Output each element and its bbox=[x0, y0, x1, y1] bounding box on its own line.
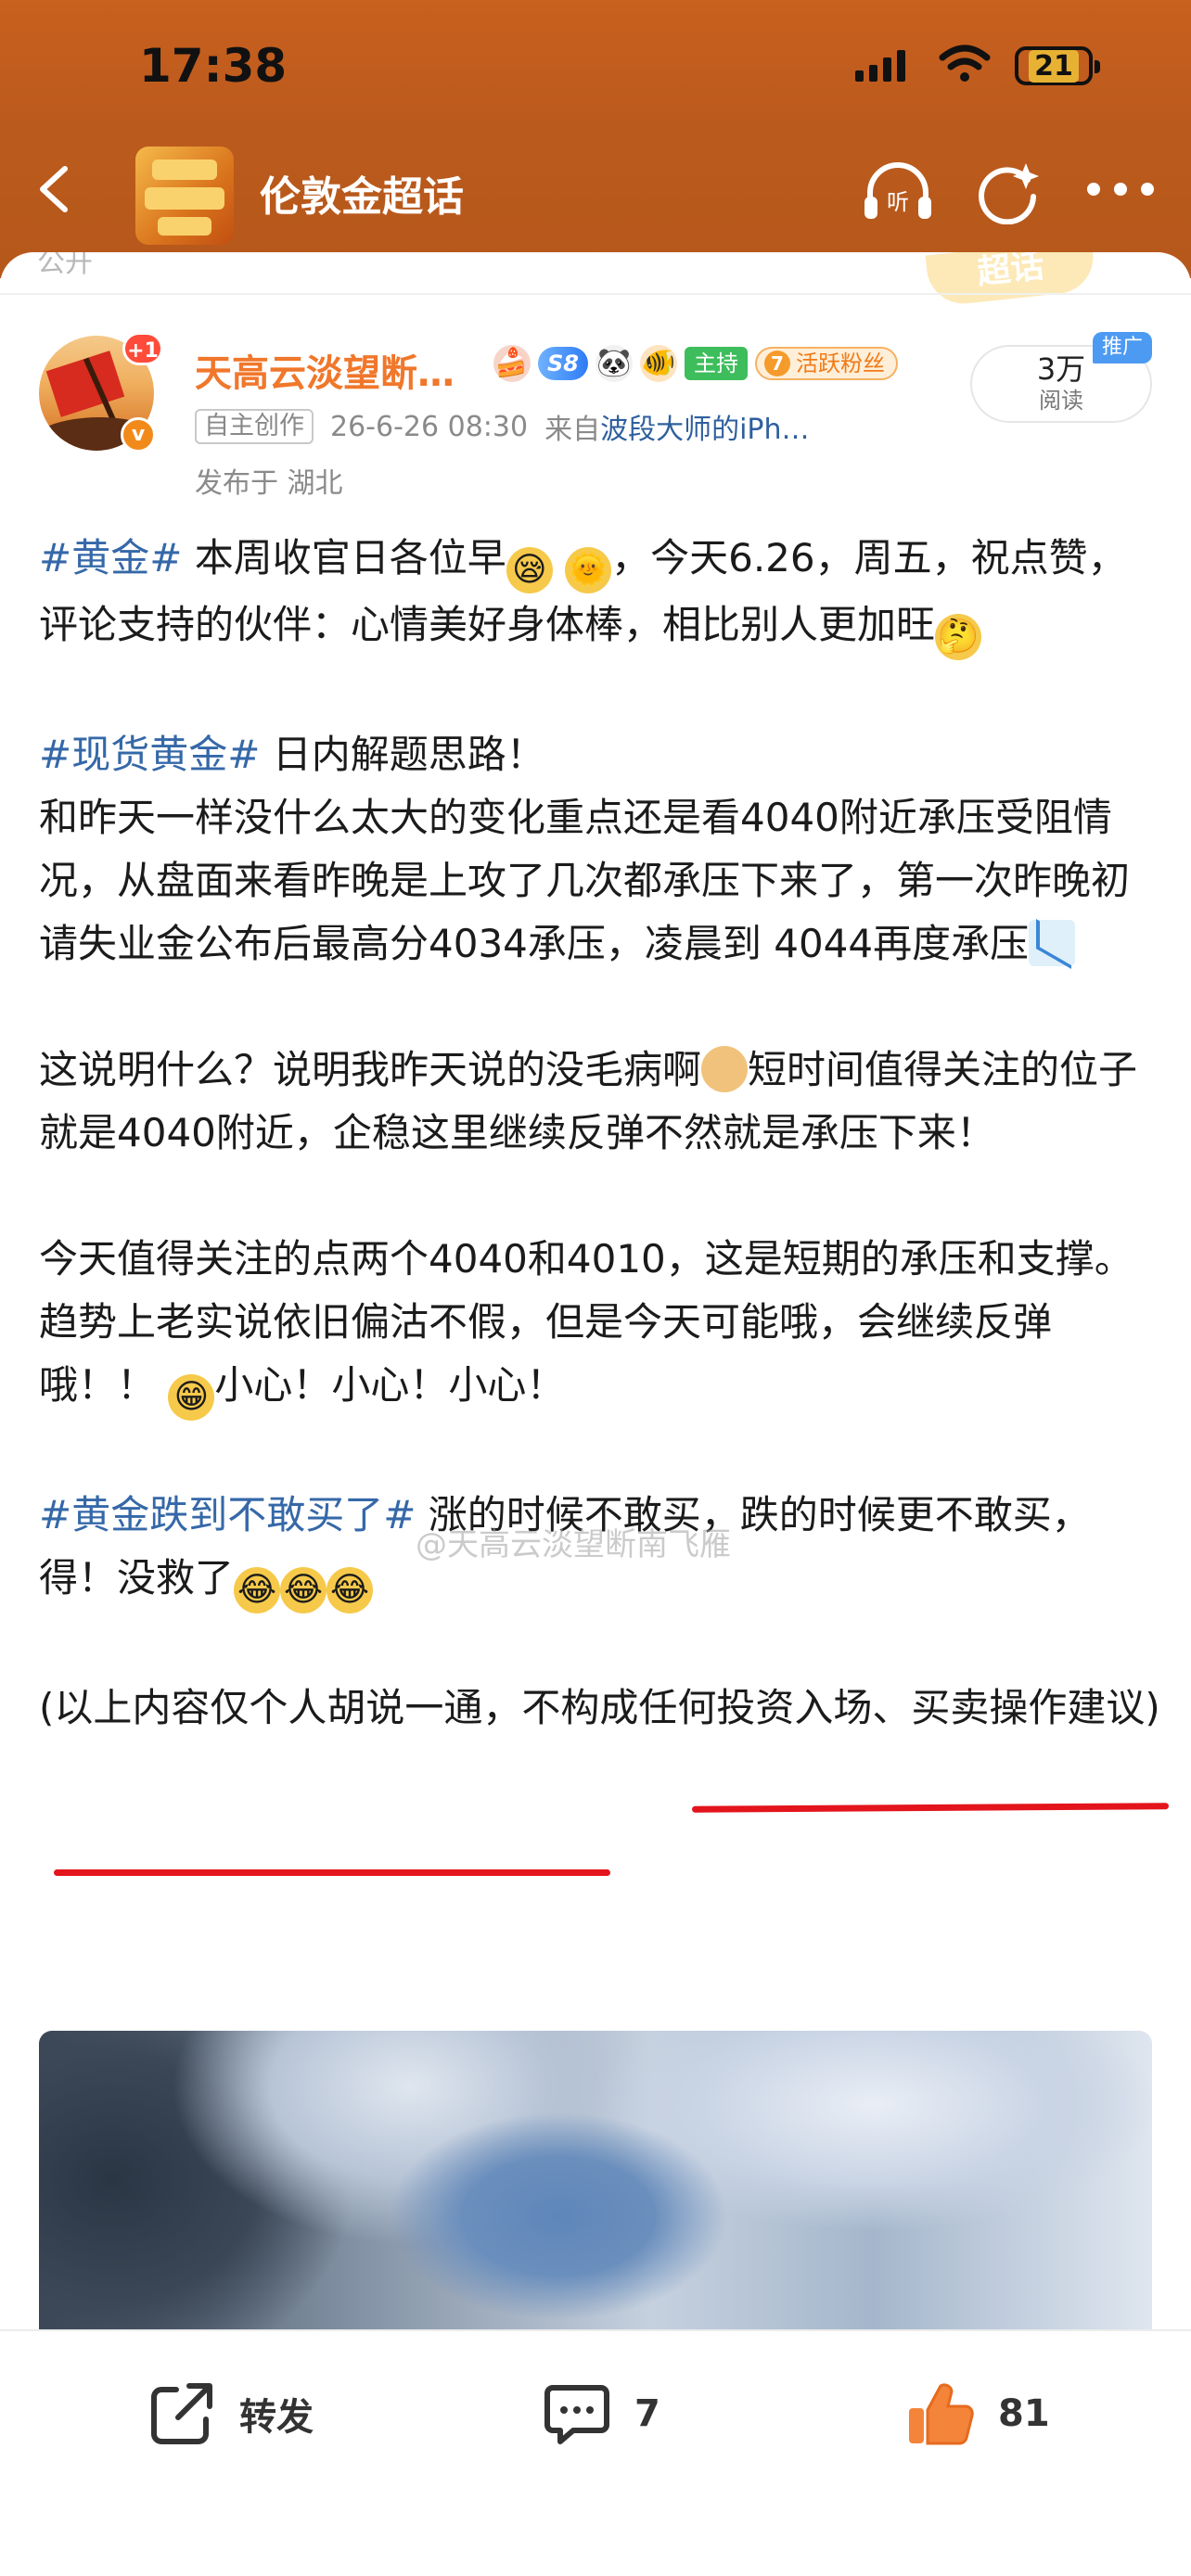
laugh-emoji-icon: 😂 bbox=[327, 1567, 374, 1613]
comment-count: 7 bbox=[634, 2392, 660, 2435]
laugh-emoji-icon: 😂 bbox=[234, 1567, 281, 1613]
back-arrow-icon[interactable] bbox=[28, 161, 83, 217]
divider bbox=[0, 293, 1191, 295]
level-badge[interactable]: S8 bbox=[538, 347, 588, 380]
action-bar: 转发 7 81 bbox=[0, 2329, 1191, 2576]
red-underline bbox=[54, 1869, 610, 1876]
read-label: 阅读 bbox=[1039, 388, 1083, 414]
svg-text:听: 听 bbox=[887, 189, 909, 215]
laugh-emoji-icon: 😂 bbox=[280, 1567, 327, 1613]
group-title[interactable]: 伦敦金超话 bbox=[260, 163, 464, 223]
comment-icon bbox=[544, 2385, 609, 2444]
post-text: 本周收官日各位早 bbox=[182, 535, 506, 580]
promote-tag[interactable]: 推广 bbox=[1093, 332, 1152, 363]
user-badges: 🍰 S8 🐼 🐠 主持 7 活跃粉丝 bbox=[493, 345, 898, 382]
hashtag-gold-drop[interactable]: #黄金跌到不敢买了# bbox=[39, 1492, 416, 1537]
original-tag: 自主创作 bbox=[195, 409, 314, 444]
hashtag-spot-gold[interactable]: #现货黄金# bbox=[39, 732, 260, 777]
repost-icon bbox=[151, 2383, 212, 2444]
cake-icon: 🍰 bbox=[493, 345, 531, 382]
more-icon[interactable] bbox=[1087, 180, 1154, 198]
source-prefix: 来自 bbox=[544, 414, 601, 446]
fans-label: 活跃粉丝 bbox=[795, 351, 885, 376]
thumbs-up-icon bbox=[909, 2383, 974, 2445]
repost-button[interactable]: 转发 bbox=[145, 2372, 314, 2455]
paragraph-4: 今天值得关注的点两个4040和4010，这是短期的承压和支撑。趋势上老实说依旧偏… bbox=[39, 1228, 1161, 1421]
post-text: 和昨天一样没什么太大的变化重点还是看4040附近承压受阻情况，从盘面来看昨晚是上… bbox=[39, 795, 1131, 966]
battery-icon: 21 bbox=[1015, 46, 1100, 85]
post-card: 公开 超话 +1 v 天高云淡望断… 🍰 S8 🐼 🐠 主持 7 活跃粉丝 自主… bbox=[0, 252, 1191, 2329]
nav-bar: 伦敦金超话 听 bbox=[0, 139, 1191, 250]
post-datetime: 26-6-26 08:30 bbox=[330, 410, 529, 443]
super-topic-icon[interactable] bbox=[976, 159, 1041, 224]
post-text: 小心！小心！小心！ bbox=[214, 1362, 566, 1408]
comment-button[interactable]: 7 bbox=[540, 2372, 660, 2455]
post-location: 发布于 湖北 bbox=[195, 467, 343, 500]
paragraph-2: #现货黄金# 日内解题思路！ 和昨天一样没什么太大的变化重点还是看4040附近承… bbox=[39, 723, 1161, 976]
listen-icon[interactable]: 听 bbox=[861, 159, 935, 224]
scroll-hint: 公开 bbox=[37, 252, 93, 279]
post-text: 日内解题思路！ bbox=[260, 732, 545, 777]
chart-down-emoji-icon bbox=[1029, 920, 1076, 966]
notification-badge: +1 bbox=[122, 332, 163, 365]
grin-emoji-icon: 😁 bbox=[168, 1374, 215, 1421]
status-bar: 17:38 21 bbox=[0, 0, 1191, 139]
post-image[interactable] bbox=[39, 2031, 1152, 2329]
panda-icon: 🐼 bbox=[595, 345, 633, 382]
wifi-icon bbox=[939, 45, 991, 82]
thinking-emoji-icon: 🤔 bbox=[935, 614, 982, 660]
like-button[interactable]: 81 bbox=[903, 2372, 1050, 2455]
header-background: 17:38 21 伦敦金超话 听 bbox=[0, 0, 1191, 278]
host-badge[interactable]: 主持 bbox=[684, 347, 748, 380]
fans-level: 7 bbox=[763, 351, 790, 376]
cellular-signal-icon bbox=[855, 48, 905, 82]
username[interactable]: 天高云淡望断… bbox=[195, 343, 455, 397]
hashtag-gold[interactable]: #黄金# bbox=[39, 535, 182, 580]
red-underline bbox=[691, 1803, 1170, 1813]
status-time: 17:38 bbox=[139, 39, 288, 93]
paragraph-1: #黄金# 本周收官日各位早 😪 🌞，今天6.26，周五，祝点赞，评论支持的伙伴：心… bbox=[39, 527, 1161, 660]
verified-icon: v bbox=[121, 417, 156, 453]
group-logo[interactable] bbox=[135, 147, 234, 245]
fish-icon: 🐠 bbox=[639, 345, 677, 382]
like-count: 81 bbox=[998, 2392, 1050, 2435]
post-text: 这说明什么？说明我昨天说的没毛病啊 bbox=[39, 1047, 702, 1092]
post-meta: 自主创作 26-6-26 08:30 来自波段大师的iPh… bbox=[195, 406, 810, 447]
paragraph-3: 这说明什么？说明我昨天说的没毛病啊 短时间值得关注的位子就是4040附近，企稳这里… bbox=[39, 1039, 1161, 1165]
source-name[interactable]: 波段大师的iPh… bbox=[600, 414, 809, 446]
yawn-emoji-icon: 😪 bbox=[506, 547, 553, 593]
watermark: @天高云淡望断南飞雁 bbox=[416, 1526, 731, 1563]
fans-badge[interactable]: 7 活跃粉丝 bbox=[754, 347, 898, 380]
doge-emoji-icon bbox=[701, 1046, 749, 1092]
paragraph-6: (以上内容仅个人胡说一通，不构成任何投资入场、买卖操作建议) bbox=[39, 1685, 1160, 1730]
battery-level: 21 bbox=[1029, 49, 1079, 83]
super-topic-badge: 超话 bbox=[925, 252, 1097, 308]
sun-emoji-icon: 🌞 bbox=[565, 547, 612, 593]
repost-label: 转发 bbox=[239, 2396, 314, 2439]
